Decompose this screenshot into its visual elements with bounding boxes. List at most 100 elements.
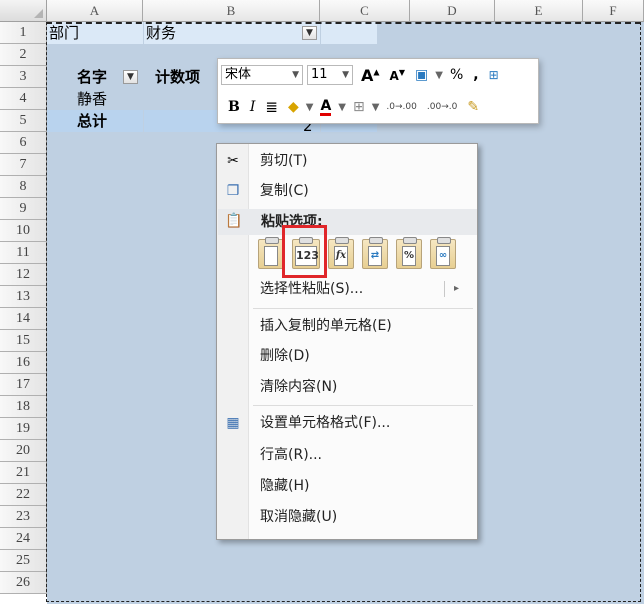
row-headers: 1 2 3 4 5 6 7 8 9 10 11 12 13 14 15 16 17 18 19 20 21 22 23 24 2… — [0, 22, 47, 594]
row-header-8[interactable]: 8 — [0, 176, 47, 198]
column-header-d[interactable]: D — [410, 0, 495, 22]
italic-button[interactable]: I — [250, 99, 256, 115]
align-center-icon[interactable]: ≣ — [265, 98, 278, 116]
menu-item-format-cells[interactable]: ▦ 设置单元格格式(F)... — [217, 409, 477, 437]
paste-options-header: 📋 粘贴选项: — [218, 209, 477, 235]
row-header-12[interactable]: 12 — [0, 264, 47, 286]
comma-style-button[interactable]: , — [473, 67, 478, 83]
column-header-c[interactable]: C — [320, 0, 410, 22]
borders-icon[interactable]: ⊞ — [353, 99, 365, 115]
menu-item-unhide[interactable]: 取消隐藏(U) — [217, 503, 477, 531]
select-all-corner[interactable] — [0, 0, 47, 22]
row-header-18[interactable]: 18 — [0, 396, 47, 418]
menu-item-copy[interactable]: ❐ 复制(C) — [217, 177, 477, 205]
dropdown-arrow-icon[interactable]: ▼ — [123, 70, 138, 84]
grow-font-button[interactable]: A▲ — [361, 66, 380, 85]
cell-b3[interactable]: 计数项 — [155, 66, 200, 88]
percent-style-button[interactable]: % — [450, 67, 463, 83]
font-size-select[interactable]: 11 ▼ — [307, 65, 353, 85]
chevron-down-icon[interactable]: ▼ — [435, 70, 443, 81]
row-header-4[interactable]: 4 — [0, 88, 47, 110]
row-header-20[interactable]: 20 — [0, 440, 47, 462]
column-header-f[interactable]: F — [583, 0, 644, 22]
cell-a4[interactable]: 静香 — [77, 88, 107, 110]
cell-b1[interactable]: 财务 — [146, 22, 176, 44]
menu-item-insert-copied-cells[interactable]: 插入复制的单元格(E) — [217, 312, 477, 340]
filter-icon[interactable]: ▼ — [302, 26, 317, 40]
menu-item-row-height[interactable]: 行高(R)... — [217, 441, 477, 469]
paste-link-icon[interactable]: ∞ — [430, 237, 456, 269]
column-headers: A B C D E F — [47, 0, 644, 22]
row-header-19[interactable]: 19 — [0, 418, 47, 440]
chevron-right-icon: ▸ — [453, 283, 459, 294]
chevron-down-icon[interactable]: ▼ — [338, 102, 346, 113]
row-1-band — [47, 22, 377, 44]
row-header-5[interactable]: 5 — [0, 110, 47, 132]
menu-item-label: 隐藏(H) — [260, 478, 310, 494]
row-header-23[interactable]: 23 — [0, 506, 47, 528]
row-header-21[interactable]: 21 — [0, 462, 47, 484]
menu-item-hide[interactable]: 隐藏(H) — [217, 472, 477, 500]
column-header-b[interactable]: B — [143, 0, 320, 22]
row-header-2[interactable]: 2 — [0, 44, 47, 66]
row-header-14[interactable]: 14 — [0, 308, 47, 330]
row-header-6[interactable]: 6 — [0, 132, 47, 154]
menu-item-label: 取消隐藏(U) — [260, 509, 338, 525]
paste-options-row: 123 fx ⇄ % ∞ — [258, 237, 464, 279]
row-header-7[interactable]: 7 — [0, 154, 47, 176]
column-header-a[interactable]: A — [47, 0, 143, 22]
font-name-value: 宋体 — [225, 67, 252, 82]
menu-item-label: 复制(C) — [260, 183, 309, 199]
row-header-26[interactable]: 26 — [0, 572, 47, 594]
paste-transpose-icon[interactable]: ⇄ — [362, 237, 388, 269]
cell-a3[interactable]: 名字 — [77, 66, 107, 88]
cell-a1[interactable]: 部门 — [49, 22, 79, 44]
font-name-select[interactable]: 宋体 ▼ — [221, 65, 303, 85]
bold-button[interactable]: B — [228, 99, 240, 115]
cell-a5[interactable]: 总计 — [77, 110, 107, 132]
row-header-1[interactable]: 1 — [0, 22, 47, 44]
row-header-22[interactable]: 22 — [0, 484, 47, 506]
decrease-decimal-button[interactable]: .00→.0 — [427, 102, 457, 112]
column-header-e[interactable]: E — [495, 0, 583, 22]
paste-option-glyph: ∞ — [436, 246, 450, 266]
shrink-font-button[interactable]: A▼ — [390, 68, 405, 83]
chevron-down-icon[interactable]: ▼ — [306, 102, 314, 113]
format-painter-icon[interactable]: ✎ — [467, 99, 479, 115]
row-header-13[interactable]: 13 — [0, 286, 47, 308]
row-header-16[interactable]: 16 — [0, 352, 47, 374]
paste-values-icon[interactable]: 123 — [292, 237, 320, 269]
paste-icon[interactable] — [258, 237, 284, 269]
increase-decimal-button[interactable]: .0→.00 — [386, 102, 416, 112]
row-header-11[interactable]: 11 — [0, 242, 47, 264]
menu-item-paste-special[interactable]: 选择性粘贴(S)... ▸ — [217, 275, 477, 303]
row-header-25[interactable]: 25 — [0, 550, 47, 572]
merge-center-icon[interactable]: ⊞ — [489, 68, 499, 82]
scissors-icon: ✂ — [227, 153, 239, 169]
paste-formatting-icon[interactable]: % — [396, 237, 422, 269]
paste-formulas-icon[interactable]: fx — [328, 237, 354, 269]
fill-color-icon[interactable]: ◆ — [288, 99, 299, 115]
paste-option-glyph — [264, 246, 278, 266]
row-header-10[interactable]: 10 — [0, 220, 47, 242]
menu-item-label: 粘贴选项: — [261, 214, 323, 230]
chevron-down-icon[interactable]: ▼ — [372, 102, 380, 113]
clipboard-icon: 📋 — [225, 213, 243, 229]
font-color-button[interactable]: A — [320, 99, 332, 116]
menu-item-label: 设置单元格格式(F)... — [260, 415, 391, 431]
menu-item-label: 选择性粘贴(S)... — [260, 281, 364, 297]
row-header-9[interactable]: 9 — [0, 198, 47, 220]
row-header-17[interactable]: 17 — [0, 374, 47, 396]
paste-option-glyph: ⇄ — [368, 246, 382, 266]
paste-option-glyph: % — [402, 246, 416, 266]
menu-item-cut[interactable]: ✂ 剪切(T) — [217, 147, 477, 175]
row-header-15[interactable]: 15 — [0, 330, 47, 352]
menu-item-clear-contents[interactable]: 清除内容(N) — [217, 373, 477, 401]
menu-item-delete[interactable]: 删除(D) — [217, 342, 477, 370]
paste-option-glyph: fx — [334, 246, 348, 266]
chevron-down-icon: ▼ — [292, 70, 299, 80]
currency-format-icon[interactable]: ▣ — [415, 67, 428, 83]
row-header-3[interactable]: 3 — [0, 66, 47, 88]
row-header-24[interactable]: 24 — [0, 528, 47, 550]
menu-separator — [253, 308, 473, 309]
